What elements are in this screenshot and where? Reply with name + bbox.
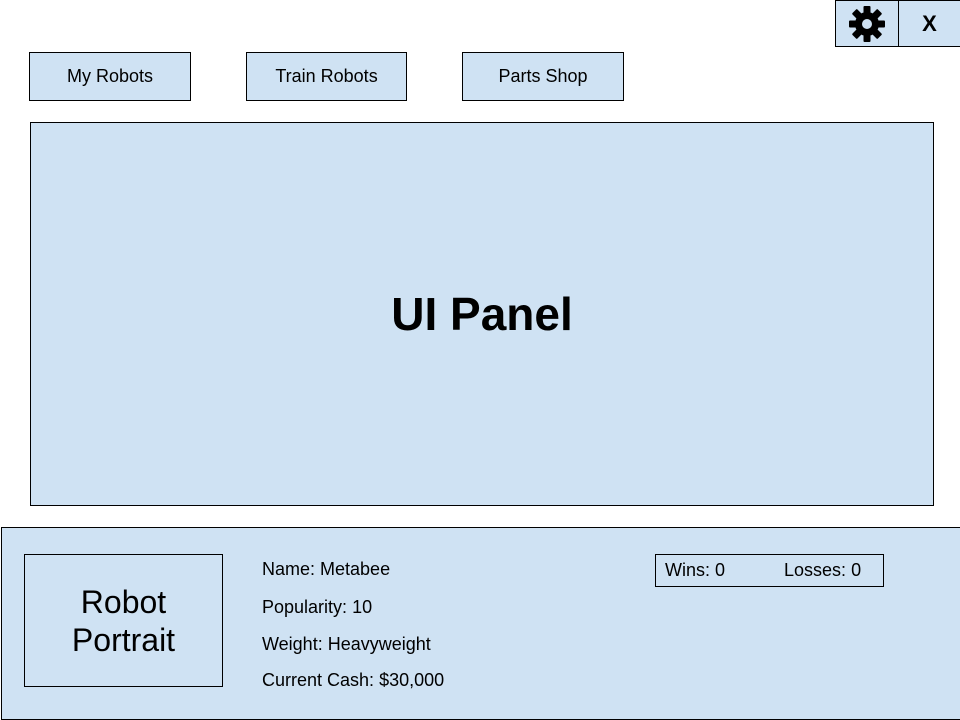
robot-weight-stat: Weight: Heavyweight — [262, 634, 431, 655]
close-button[interactable]: X — [898, 0, 960, 47]
losses-label: Losses: — [784, 560, 847, 580]
current-cash-value: $30,000 — [379, 670, 445, 690]
ui-panel-title: UI Panel — [391, 288, 573, 340]
parts-shop-button[interactable]: Parts Shop — [462, 52, 624, 101]
losses-value: 0 — [851, 560, 862, 580]
robot-name-value: Metabee — [320, 559, 391, 579]
current-cash-stat: Current Cash: $30,000 — [262, 670, 444, 691]
wins-label: Wins: — [665, 560, 710, 580]
current-cash-label: Current Cash: — [262, 670, 375, 690]
settings-button[interactable] — [835, 0, 899, 47]
gear-icon — [848, 5, 886, 43]
robot-weight-label: Weight: — [262, 634, 323, 654]
my-robots-button[interactable]: My Robots — [29, 52, 191, 101]
wins-value: 0 — [715, 560, 726, 580]
wins-stat: Wins: 0 — [665, 560, 725, 581]
robot-popularity-stat: Popularity: 10 — [262, 597, 372, 618]
robot-portrait: Robot Portrait — [24, 554, 223, 687]
robot-portrait-line1: Robot — [80, 583, 167, 620]
losses-stat: Losses: 0 — [784, 560, 861, 581]
robot-popularity-label: Popularity: — [262, 597, 348, 617]
robot-weight-value: Heavyweight — [327, 634, 431, 654]
train-robots-button[interactable]: Train Robots — [246, 52, 407, 101]
win-loss-record: Wins: 0 Losses: 0 — [655, 554, 884, 587]
robot-name-stat: Name: Metabee — [262, 559, 390, 580]
robot-name-label: Name: — [262, 559, 316, 579]
robot-portrait-line2: Portrait — [71, 621, 176, 658]
ui-panel: UI Panel — [30, 122, 934, 506]
robot-popularity-value: 10 — [352, 597, 373, 617]
